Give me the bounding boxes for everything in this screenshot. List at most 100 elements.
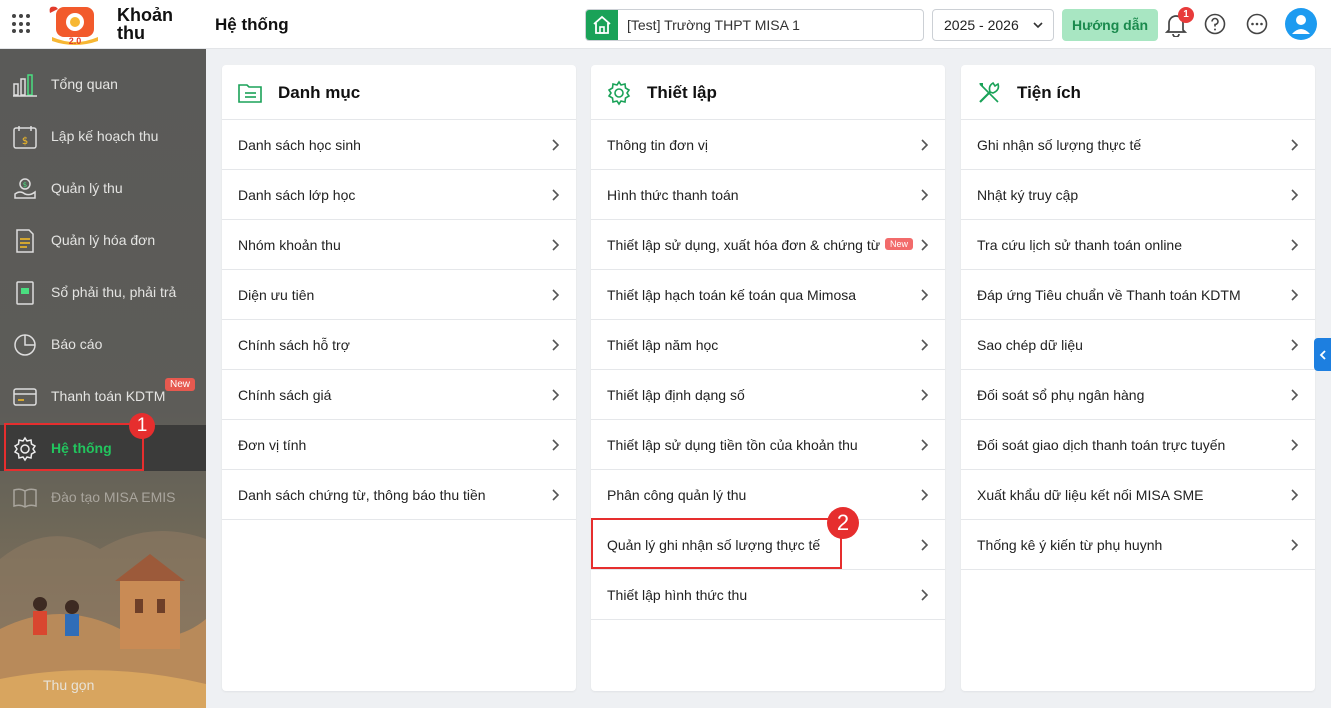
school-year-select[interactable]: 2025 - 2026 — [932, 9, 1054, 41]
apps-grid-icon[interactable] — [12, 14, 32, 34]
top-bar: 2.0 Khoản thu Hệ thống [Test] Trường THP… — [0, 0, 1331, 49]
chevron-right-icon — [552, 139, 560, 151]
school-name: [Test] Trường THPT MISA 1 — [627, 17, 800, 33]
app-name-line2: thu — [117, 23, 145, 43]
new-badge: New — [165, 378, 196, 391]
settings-list-item[interactable]: Hình thức thanh toán — [591, 170, 945, 220]
utilities-list-item[interactable]: Đối soát sổ phụ ngân hàng — [961, 370, 1315, 420]
utilities-list-item[interactable]: Đáp ứng Tiêu chuẩn về Thanh toán KDTM — [961, 270, 1315, 320]
sidebar-item-label: Quản lý thu — [51, 180, 123, 196]
school-selector[interactable]: [Test] Trường THPT MISA 1 — [585, 9, 924, 41]
catalog-card-title: Danh mục — [278, 83, 361, 102]
settings-list-item[interactable]: Phân công quản lý thu — [591, 470, 945, 520]
list-item-label: Đáp ứng Tiêu chuẩn về Thanh toán KDTM — [977, 287, 1241, 303]
sidebar-item-reports[interactable]: Báo cáo — [0, 321, 206, 367]
list-item-label: Sao chép dữ liệu — [977, 337, 1083, 353]
settings-list-item[interactable]: Thông tin đơn vị — [591, 120, 945, 170]
school-year-value: 2025 - 2026 — [944, 17, 1019, 33]
settings-list-item[interactable]: Thiết lập hình thức thu — [591, 570, 945, 620]
chevron-right-icon — [921, 489, 929, 501]
settings-list-item[interactable]: Thiết lập năm học — [591, 320, 945, 370]
settings-list-item[interactable]: Thiết lập định dạng số — [591, 370, 945, 420]
chevron-right-icon — [921, 289, 929, 301]
collapse-sidebar-button[interactable]: Thu gọn — [43, 677, 94, 693]
catalog-list-item[interactable]: Đơn vị tính — [222, 420, 576, 470]
folder-list-icon — [238, 84, 262, 103]
list-item-label: Đối soát sổ phụ ngân hàng — [977, 387, 1145, 403]
catalog-card: Danh mục Danh sách học sinh Danh sách lớp… — [222, 65, 576, 691]
utilities-list-item[interactable]: Sao chép dữ liệu — [961, 320, 1315, 370]
settings-card-title: Thiết lập — [647, 83, 717, 102]
page-title: Hệ thống — [215, 15, 289, 34]
sidebar-item-label: Đào tạo MISA EMIS — [51, 489, 176, 505]
sidebar-item-receivables[interactable]: Sổ phải thu, phải trả — [0, 269, 206, 315]
settings-card-header: Thiết lập — [591, 65, 945, 120]
chevron-right-icon — [1291, 139, 1299, 151]
sidebar-item-label: Hệ thống — [51, 440, 112, 456]
utilities-card: Tiện ích Ghi nhận số lượng thực tế Nhật k… — [961, 65, 1315, 691]
sidebar-item-label: Lập kế hoạch thu — [51, 128, 159, 144]
chevron-right-icon — [921, 139, 929, 151]
list-item-label: Thống kê ý kiến từ phụ huynh — [977, 537, 1163, 553]
settings-list-item[interactable]: Quản lý ghi nhận số lượng thực tế — [591, 520, 945, 570]
chevron-right-icon — [552, 489, 560, 501]
list-item-label: Danh sách lớp học — [238, 187, 356, 203]
svg-text:$: $ — [23, 181, 27, 189]
chevron-right-icon — [921, 389, 929, 401]
catalog-list-item[interactable]: Chính sách giá — [222, 370, 576, 420]
sidebar-item-overview[interactable]: Tổng quan — [0, 61, 206, 107]
chevron-right-icon — [1291, 439, 1299, 451]
catalog-list-item[interactable]: Chính sách hỗ trợ — [222, 320, 576, 370]
notification-badge: 1 — [1178, 7, 1194, 23]
utilities-card-header: Tiện ích — [961, 65, 1315, 120]
pie-chart-icon — [14, 334, 36, 356]
sidebar-item-label: Tổng quan — [51, 76, 118, 92]
utilities-list-item[interactable]: Xuất khẩu dữ liệu kết nối MISA SME — [961, 470, 1315, 520]
sidebar-item-label: Sổ phải thu, phải trả — [51, 284, 177, 300]
tools-icon — [979, 81, 1000, 103]
chevron-right-icon — [921, 189, 929, 201]
app-name-line1: Khoản — [117, 5, 173, 25]
list-item-label: Ghi nhận số lượng thực tế — [977, 137, 1142, 153]
chevron-right-icon — [1291, 189, 1299, 201]
list-item-label: Thiết lập định dạng số — [607, 387, 745, 403]
chevron-left-icon — [1319, 349, 1326, 360]
chevron-right-icon — [552, 289, 560, 301]
settings-list-item[interactable]: Thiết lập sử dụng, xuất hóa đơn & chứng … — [591, 220, 945, 270]
step-marker-1: 1 — [129, 413, 155, 439]
chevron-right-icon — [552, 439, 560, 451]
list-item-label: Hình thức thanh toán — [607, 187, 739, 203]
utilities-list-item[interactable]: Thống kê ý kiến từ phụ huynh — [961, 520, 1315, 570]
sidebar-item-revenue-plan[interactable]: $ Lập kế hoạch thu — [0, 113, 206, 159]
settings-list-item[interactable]: Thiết lập sử dụng tiền tồn của khoản thu — [591, 420, 945, 470]
catalog-list-item[interactable]: Danh sách lớp học — [222, 170, 576, 220]
svg-text:$: $ — [22, 136, 28, 147]
list-item-label: Đối soát giao dịch thanh toán trực tuyến — [977, 437, 1226, 453]
chevron-right-icon — [921, 239, 929, 251]
catalog-list-item[interactable]: Danh sách học sinh — [222, 120, 576, 170]
catalog-list-item[interactable]: Nhóm khoản thu — [222, 220, 576, 270]
chevron-right-icon — [921, 339, 929, 351]
settings-list-item[interactable]: Thiết lập hạch toán kế toán qua Mimosa — [591, 270, 945, 320]
list-item-label: Phân công quản lý thu — [607, 487, 747, 503]
settings-gear-icon — [607, 80, 631, 106]
utilities-list-item[interactable]: Nhật ký truy cập — [961, 170, 1315, 220]
school-home-icon — [586, 10, 618, 40]
sidebar-item-training[interactable]: Đào tạo MISA EMIS — [0, 474, 206, 520]
sidebar-item-revenue-management[interactable]: $ Quản lý thu — [0, 165, 206, 211]
utilities-list-item[interactable]: Ghi nhận số lượng thực tế — [961, 120, 1315, 170]
catalog-list-item[interactable]: Diện ưu tiên — [222, 270, 576, 320]
help-icon[interactable] — [1204, 13, 1226, 35]
utilities-list-item[interactable]: Đối soát giao dịch thanh toán trực tuyến — [961, 420, 1315, 470]
list-item-label: Chính sách giá — [238, 387, 332, 403]
utilities-list-item[interactable]: Tra cứu lịch sử thanh toán online — [961, 220, 1315, 270]
side-panel-toggle[interactable] — [1314, 338, 1331, 371]
user-avatar[interactable] — [1285, 8, 1317, 40]
guide-button[interactable]: Hướng dẫn — [1062, 9, 1158, 41]
sidebar-item-invoices[interactable]: Quản lý hóa đơn — [0, 217, 206, 263]
list-item-label: Thông tin đơn vị — [607, 137, 709, 153]
sidebar-item-system[interactable]: Hệ thống — [0, 425, 206, 471]
list-item-label: Quản lý ghi nhận số lượng thực tế — [607, 537, 821, 553]
catalog-list-item[interactable]: Danh sách chứng từ, thông báo thu tiền — [222, 470, 576, 520]
more-options-icon[interactable] — [1246, 13, 1268, 35]
